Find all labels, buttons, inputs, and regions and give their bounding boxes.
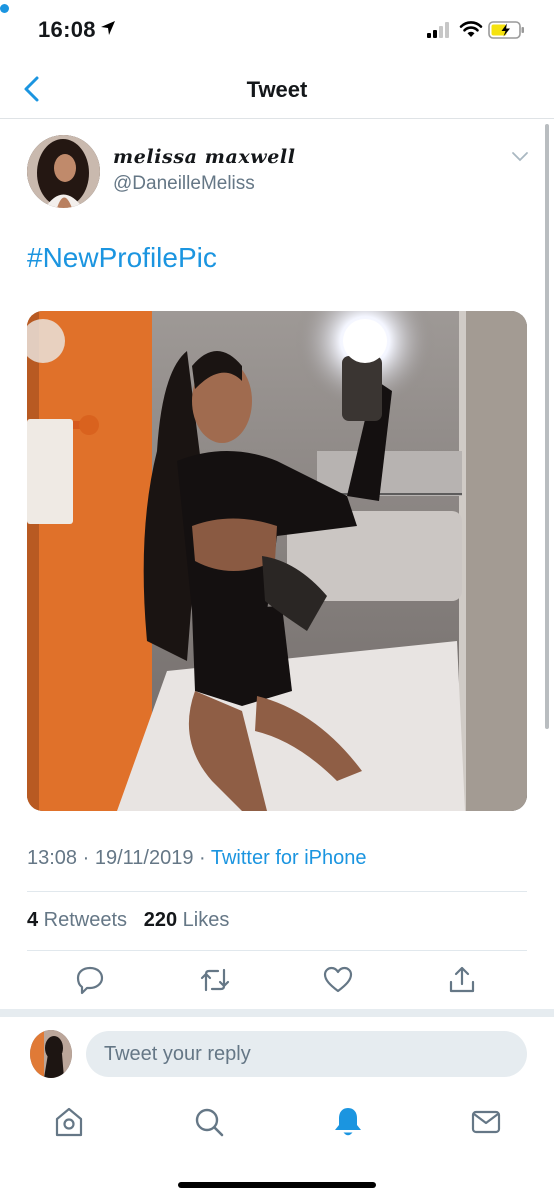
like-icon[interactable] — [322, 964, 354, 996]
author-avatar[interactable] — [27, 135, 100, 208]
page-title: Tweet — [246, 77, 308, 102]
reply-input[interactable] — [86, 1031, 527, 1077]
cellular-signal-icon — [427, 22, 453, 43]
tweet-timestamp: 13:08 · 19/11/2019 · — [27, 847, 211, 869]
home-icon[interactable] — [52, 1104, 86, 1140]
divider — [27, 950, 527, 951]
author-name[interactable]: melissa maxwell — [113, 146, 296, 168]
retweets-count: 4 — [27, 909, 39, 931]
author-handle[interactable]: @DaneilleMeliss — [113, 173, 255, 195]
search-icon[interactable] — [192, 1104, 226, 1140]
location-arrow-icon — [100, 20, 116, 41]
section-separator — [0, 1009, 554, 1017]
status-bar: 16:08 — [0, 0, 554, 60]
retweet-icon[interactable] — [198, 964, 230, 996]
tweet-photo[interactable] — [27, 311, 527, 811]
tweet-stats: 4 Retweets 220 Likes — [27, 909, 229, 932]
home-indicator[interactable] — [178, 1182, 376, 1188]
likes-label: Likes — [177, 909, 230, 931]
retweets-label: Retweets — [38, 909, 128, 931]
status-time: 16:08 — [38, 17, 96, 42]
share-icon[interactable] — [446, 964, 478, 996]
tweet-actions — [0, 964, 554, 1000]
scroll-indicator[interactable] — [545, 124, 549, 729]
caret-down-icon[interactable] — [510, 150, 530, 169]
tweet-source-link[interactable]: Twitter for iPhone — [211, 847, 367, 869]
tab-bar — [0, 1096, 554, 1156]
divider — [27, 891, 527, 892]
reply-icon[interactable] — [74, 964, 106, 996]
wifi-icon — [459, 20, 483, 43]
retweets-stat[interactable]: 4 Retweets — [27, 909, 127, 931]
notifications-icon[interactable] — [331, 1104, 365, 1140]
tweet-text[interactable]: #NewProfilePic — [27, 242, 217, 274]
likes-stat[interactable]: 220 Likes — [144, 909, 230, 931]
tweet-metadata: 13:08 · 19/11/2019 · Twitter for iPhone — [27, 847, 366, 870]
user-avatar[interactable] — [30, 1030, 72, 1078]
likes-count: 220 — [143, 909, 178, 931]
messages-icon[interactable] — [469, 1104, 503, 1140]
battery-charging-icon — [488, 20, 526, 45]
nav-bar: Tweet — [0, 60, 554, 119]
